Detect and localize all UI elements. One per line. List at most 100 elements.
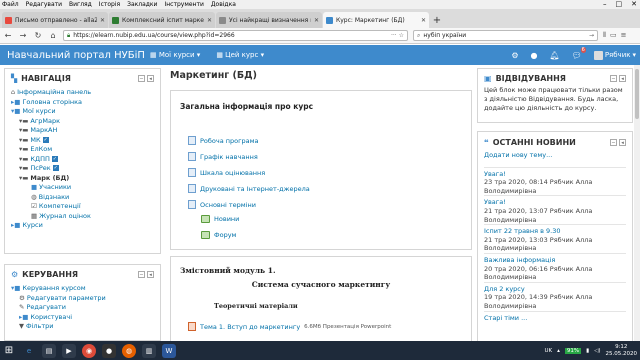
block-dock-icon[interactable]: − [138, 271, 145, 278]
reload-icon[interactable]: ↻ [33, 31, 43, 40]
tab-close-icon[interactable]: ✕ [421, 17, 426, 24]
volume-icon[interactable]: ◁) [594, 348, 600, 354]
firefox-icon[interactable]: ◍ [122, 343, 136, 358]
tab-course[interactable]: Курс: Маркетинг (БД) ✕ [323, 12, 429, 28]
menu-icon[interactable]: ≡ [621, 31, 627, 40]
library-icon[interactable]: ⫴ [603, 31, 606, 40]
language-indicator[interactable]: UK [544, 348, 552, 354]
back-icon[interactable]: ← [3, 31, 13, 40]
menu-view[interactable]: Вигляд [69, 1, 92, 8]
block-dock-icon[interactable]: − [138, 75, 145, 82]
minimize-icon[interactable]: – [603, 0, 607, 9]
block-move-icon[interactable]: ◂ [619, 139, 626, 146]
menu-history[interactable]: Історія [99, 1, 120, 8]
tab-close-icon[interactable]: ✕ [314, 17, 319, 24]
ie-icon[interactable]: e [22, 344, 36, 358]
scrollbar-thumb[interactable] [635, 69, 639, 119]
file-manager-icon[interactable]: ▥ [142, 343, 156, 358]
activity-link[interactable]: Новини [201, 215, 239, 223]
block-move-icon[interactable]: ◂ [147, 271, 154, 278]
user-menu-icon[interactable]: ● [531, 51, 538, 60]
block-move-icon[interactable]: ◂ [147, 75, 154, 82]
activity-link[interactable]: Шкала оцінювання [188, 168, 265, 177]
go-icon[interactable]: → [589, 32, 594, 39]
clock[interactable]: 9:12 25.05.2020 [606, 344, 638, 358]
news-item-link[interactable]: Для 2 курсу [484, 285, 626, 294]
activity-link[interactable]: Тема 1. Вступ до маркетингу 6.6Мб Презен… [188, 322, 391, 331]
nav-item-my-courses[interactable]: ▾■ Мої курси [11, 107, 154, 117]
nav-item-participants[interactable]: ■ Учасники [11, 183, 154, 193]
home-icon[interactable]: ⌂ [48, 31, 58, 40]
nav-item-grades[interactable]: ▦ Журнал оцінок [11, 212, 154, 222]
close-icon[interactable]: ✕ [631, 0, 637, 9]
toggle-icon[interactable]: ⚙︎ [511, 51, 518, 60]
skype-icon[interactable]: ● [102, 343, 116, 358]
my-courses-menu[interactable]: ▦ Мої курси ▾ [150, 51, 200, 59]
url-bar[interactable]: 🔒︎ https://elearn.nubip.edu.ua/course/vi… [63, 30, 408, 41]
news-item-link[interactable]: Увага! [484, 170, 626, 179]
menu-bookmarks[interactable]: Закладки [127, 1, 157, 8]
explorer-icon[interactable]: ▤ [42, 343, 56, 358]
tab-exam[interactable]: Комплексний іспит маркетин ✕ [109, 12, 215, 28]
older-topics-link[interactable]: Старі тіми ... [484, 310, 626, 323]
nav-item-course[interactable]: ▾▬ МК ✓ [11, 136, 154, 146]
this-course-menu[interactable]: ▦ Цей курс ▾ [216, 51, 264, 59]
activity-link[interactable]: Форум [201, 231, 236, 239]
word-icon[interactable]: W [162, 343, 176, 358]
document-icon [188, 152, 196, 161]
news-item-link[interactable]: Увага! [484, 198, 626, 207]
nav-item-course[interactable]: ▾▬ ПсРек ✓ [11, 164, 154, 174]
news-item-link[interactable]: Важлива інформація [484, 256, 626, 265]
admin-item-course-admin[interactable]: ▾■ Керування курсом [11, 284, 154, 294]
sidebar-icon[interactable]: ▭ [610, 31, 617, 40]
block-move-icon[interactable]: ◂ [619, 75, 626, 82]
block-dock-icon[interactable]: − [610, 139, 617, 146]
windows-start-icon[interactable]: ⊞ [2, 344, 16, 358]
activity-link[interactable]: Основні терміни [188, 200, 256, 209]
activity-link[interactable]: Графік навчання [188, 152, 258, 161]
nav-item-dashboard[interactable]: ⌂ Інформаційна панель [11, 88, 154, 98]
maximize-icon[interactable]: □ [616, 0, 623, 9]
tab-mail[interactable]: Письмо отправлено - alla21 ✕ [2, 12, 108, 28]
site-brand[interactable]: Навчальний портал НУБіП [0, 50, 150, 61]
menu-tools[interactable]: Інструменти [164, 1, 203, 8]
admin-item-edit-settings[interactable]: ⚙︎ Редагувати параметри [11, 294, 154, 304]
tab-close-icon[interactable]: ✕ [207, 17, 212, 24]
admin-item-edit[interactable]: ✎ Редагувати [11, 303, 154, 313]
user-menu[interactable]: Рябчик ▾ [593, 50, 636, 60]
nav-item-competencies[interactable]: ☑ Компетенції [11, 202, 154, 212]
nav-item-course[interactable]: ▾▬ МаркАН [11, 126, 154, 136]
tab-definitions[interactable]: Усі найкращі визначення маркет ✕ [216, 12, 322, 28]
forward-icon[interactable]: → [18, 31, 28, 40]
network-icon[interactable]: ▮ [586, 348, 589, 354]
activity-link[interactable]: Робоча програма [188, 136, 259, 145]
nav-item-course[interactable]: ▾▬ ЕлКом [11, 145, 154, 155]
chrome-icon[interactable]: ◉ [82, 343, 96, 358]
nav-item-course[interactable]: ▾▬ АгрМарк [11, 117, 154, 127]
messages-icon[interactable]: 💬︎ 6 [572, 46, 586, 60]
admin-item-filters[interactable]: ▼ Фільтри [11, 322, 154, 332]
nav-item-badges[interactable]: ◍ Відзнаки [11, 193, 154, 203]
nav-item-home[interactable]: ▸■ Головна сторінка [11, 98, 154, 108]
bell-icon[interactable]: 🔔︎ [550, 51, 560, 60]
add-topic-link[interactable]: Додати нову тему... [484, 151, 626, 160]
chevron-up-icon[interactable]: ▴ [557, 348, 560, 354]
menu-file[interactable]: Файл [2, 1, 19, 8]
menu-help[interactable]: Довідка [211, 1, 236, 8]
activity-link[interactable]: Друковані та Інтернет-джерела [188, 184, 310, 193]
admin-item-users[interactable]: ▸■ Користувачі [11, 313, 154, 323]
navigation-block: ▚ НАВІГАЦІЯ − ◂ ⌂ Інформаційна панель ▸■ Го… [4, 68, 161, 254]
nav-item-courses[interactable]: ▸■ Курси [11, 221, 154, 231]
news-item-link[interactable]: Іспит 22 травня в 9.30 [484, 227, 626, 236]
nav-item-current-course[interactable]: ▾▬ Марк (БД) [11, 174, 154, 184]
scrollbar[interactable] [634, 65, 640, 341]
block-dock-icon[interactable]: − [610, 75, 617, 82]
page-actions-icon[interactable]: ··· ☆ [391, 32, 404, 39]
menu-edit[interactable]: Редагувати [26, 1, 62, 8]
search-input[interactable]: ⌕ нубіп україни → [413, 30, 598, 41]
new-tab-button[interactable]: + [430, 12, 444, 28]
media-icon[interactable]: ▶ [62, 343, 76, 358]
nav-item-course[interactable]: ▾▬ КДПП ✓ [11, 155, 154, 165]
battery-indicator[interactable]: 91% [564, 347, 582, 354]
tab-close-icon[interactable]: ✕ [100, 17, 105, 24]
